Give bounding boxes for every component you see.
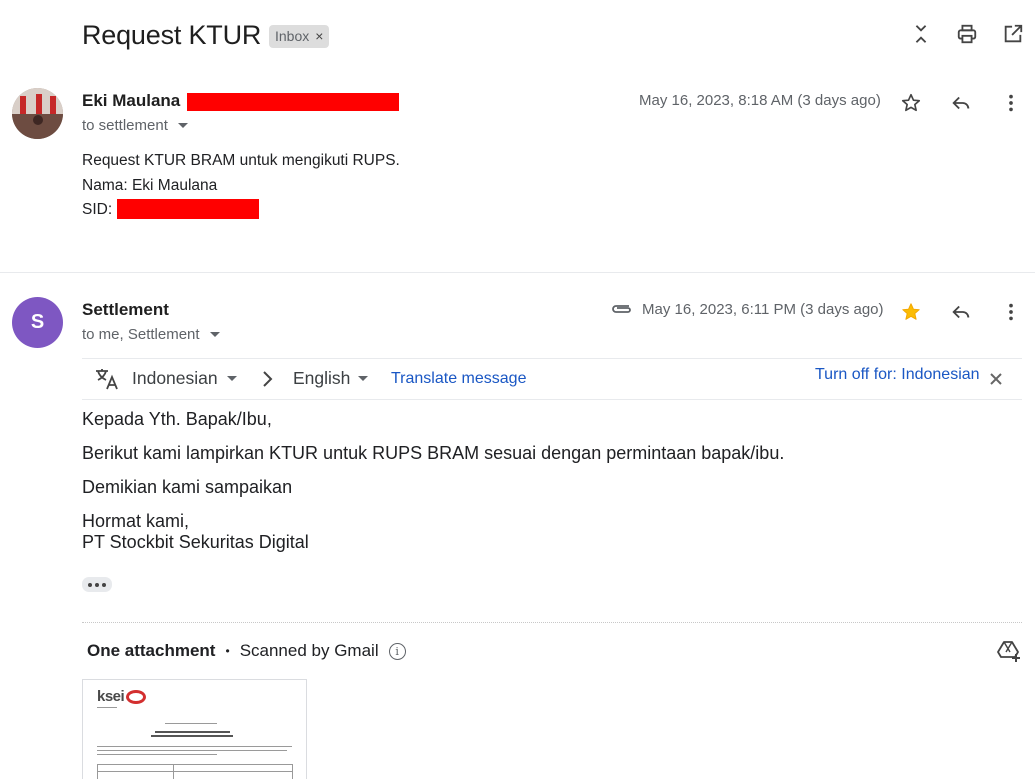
target-language-label: English [293,368,351,388]
body-line: Kepada Yth. Bapak/Ibu, [82,409,272,429]
reply-icon[interactable] [949,300,973,324]
close-icon[interactable] [990,372,1002,390]
open-in-new-window-icon[interactable] [1001,22,1025,46]
more-options-icon[interactable] [999,300,1023,324]
redacted-email [187,93,399,111]
recipients-text: to me, Settlement [82,326,200,343]
avatar[interactable] [12,88,63,139]
target-language-select[interactable]: English [293,368,369,389]
sender-name[interactable]: Settlement [82,300,169,320]
message-date: May 16, 2023, 8:18 AM (3 days ago) [639,92,881,109]
translate-message-link[interactable]: Translate message [391,370,526,388]
paperclip-icon [609,302,633,321]
ksei-logo: ksei [97,688,147,705]
scan-note: Scanned by Gmail [239,641,379,660]
star-icon[interactable] [899,91,923,115]
recipients-text: to settlement [82,117,168,134]
body-line: Demikian kami sampaikan [82,477,293,497]
attachment-divider [82,622,1022,623]
source-language-label: Indonesian [132,368,218,388]
message-divider [0,272,1035,273]
body-line: PT Stockbit Sekuritas Digital [82,532,309,552]
remove-label-icon[interactable]: × [315,25,323,48]
body-line: Berikut kami lampirkan KTUR untuk RUPS B… [82,443,785,463]
chevron-down-icon[interactable] [209,332,220,337]
chevron-down-icon[interactable] [177,123,188,128]
recipients-line[interactable]: to settlement [82,117,188,134]
body-line: Nama: Eki Maulana [82,176,218,194]
recipients-line[interactable]: to me, Settlement [82,326,220,343]
chevron-right-icon [260,370,274,393]
redacted-sid [117,199,259,219]
collapse-all-icon[interactable] [909,22,933,46]
translate-bar: Indonesian English Translate message Tur… [82,358,1022,400]
message-date: May 16, 2023, 6:11 PM (3 days ago) [642,301,884,318]
chevron-down-icon [358,376,369,381]
attachment-count: One attachment [87,641,216,660]
separator-dot: • [225,644,230,658]
attachment-header: One attachment • Scanned by Gmail i [87,641,406,661]
star-icon[interactable] [899,300,923,324]
attachment-thumbnail[interactable]: ksei [82,679,307,779]
sender-name[interactable]: Eki Maulana [82,91,180,111]
reply-icon[interactable] [949,91,973,115]
more-options-icon[interactable] [999,91,1023,115]
chevron-down-icon [226,376,237,381]
source-language-select[interactable]: Indonesian [132,368,237,389]
thread-subject: Request KTUR [82,20,262,50]
add-to-drive-icon[interactable] [997,640,1021,667]
body-line: Request KTUR BRAM untuk mengikuti RUPS. [82,152,400,169]
info-icon[interactable]: i [388,642,406,660]
label-text: Inbox [275,28,310,44]
turn-off-translation-link[interactable]: Turn off for: Indonesian [815,366,980,384]
show-trimmed-content-button[interactable] [82,577,112,592]
print-icon[interactable] [955,22,979,46]
translate-icon [94,367,120,396]
inbox-label-chip[interactable]: Inbox × [269,25,330,48]
thread-header: Request KTUR Inbox × [0,0,1035,72]
avatar[interactable]: S [12,297,63,348]
body-line: Hormat kami, [82,511,190,531]
